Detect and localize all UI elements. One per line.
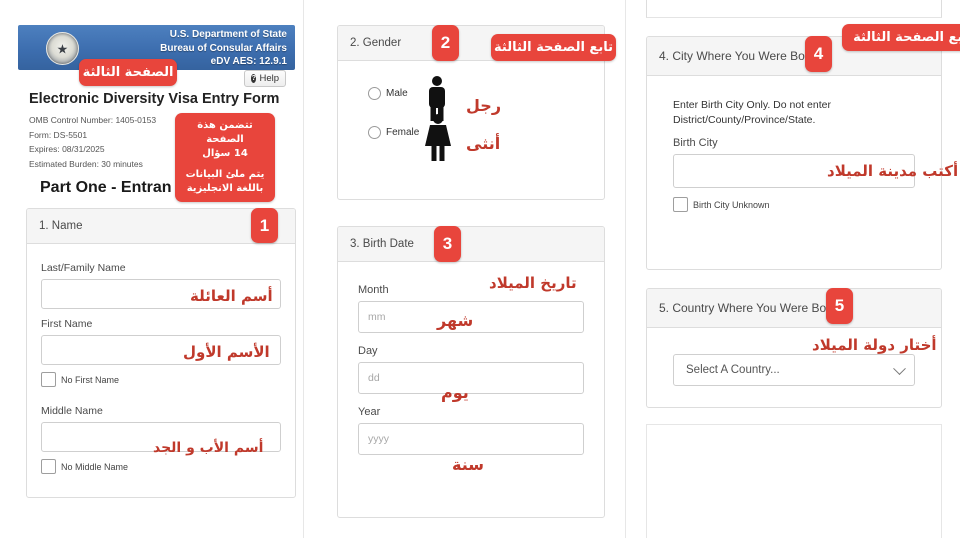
seal-eagle-glyph: ★ — [56, 41, 69, 56]
panel-stub-bottom — [646, 424, 942, 538]
callout-page-three-col2: تابع الصفحة الثالثة — [491, 34, 616, 61]
annotation-birth-city-arabic: أكتب مدينة الميلاد — [827, 162, 959, 180]
banner-line-version: eDV AES: 12.9.1 — [210, 56, 287, 67]
male-radio[interactable] — [368, 87, 381, 100]
birth-day-input[interactable]: dd — [358, 362, 584, 394]
annotation-month-arabic: شهر — [437, 311, 474, 330]
badge-number-3: 3 — [434, 226, 461, 262]
page-title: Electronic Diversity Visa Entry Form — [29, 91, 280, 107]
callout-info-spacer — [183, 161, 267, 168]
male-label: Male — [386, 88, 408, 99]
birth-year-label: Year — [358, 406, 381, 418]
no-first-name-label: No First Name — [61, 374, 120, 385]
callout-page-three-col3: تابع الصفحة الثالثة — [842, 24, 960, 51]
panel-stub-top — [646, 0, 942, 18]
last-name-label: Last/Family Name — [41, 262, 126, 274]
annotation-day-arabic: يوم — [441, 383, 469, 402]
section-4-birthcity-panel: 4. City Where You Were Born Enter Birth … — [646, 36, 942, 270]
badge-number-2: 2 — [432, 25, 459, 61]
birth-city-instruction-line1: Enter Birth City Only. Do not enter — [673, 99, 831, 111]
meta-expires: Expires: 08/31/2025 — [29, 144, 105, 154]
no-middle-name-checkbox[interactable] — [41, 459, 56, 474]
annotation-birthdate-arabic: تاريخ الميلاد — [489, 274, 577, 292]
birth-day-label: Day — [358, 345, 378, 357]
banner-line-department: U.S. Department of State — [169, 29, 287, 40]
birth-country-select-value: Select A Country... — [686, 364, 780, 376]
question-mark-icon: ? — [251, 74, 257, 83]
banner-line-bureau: Bureau of Consular Affairs — [160, 42, 287, 54]
annotation-male-arabic: رجل — [466, 96, 502, 115]
birth-city-instruction-line2: District/County/Province/State. — [673, 114, 816, 126]
section-3-header: 3. Birth Date — [338, 227, 604, 262]
birth-month-placeholder: mm — [368, 311, 386, 323]
no-first-name-checkbox[interactable] — [41, 372, 56, 387]
birth-city-unknown-checkbox[interactable] — [673, 197, 688, 212]
badge-number-1: 1 — [251, 208, 278, 243]
badge-number-4: 4 — [805, 36, 832, 72]
birth-city-unknown-row[interactable]: Birth City Unknown — [673, 197, 915, 212]
callout-info-line2: 14 سؤال — [202, 148, 248, 159]
birth-year-input[interactable]: yyyy — [358, 423, 584, 455]
chevron-down-icon — [893, 362, 906, 376]
birth-city-instruction: Enter Birth City Only. Do not enter Dist… — [673, 98, 915, 128]
meta-burden: Estimated Burden: 30 minutes — [29, 158, 143, 169]
annotation-last-name-arabic: أسم العائلة — [190, 287, 273, 305]
annotation-female-arabic: أنثى — [466, 134, 501, 153]
annotation-year-arabic: سنة — [452, 455, 484, 474]
birth-year-placeholder: yyyy — [368, 433, 389, 445]
screenshot-canvas: ★ U.S. Department of State Bureau of Con… — [0, 0, 960, 538]
column-divider-left — [303, 0, 304, 538]
female-figure-icon — [425, 114, 451, 161]
help-button-label: Help — [259, 73, 279, 84]
gender-female-option[interactable]: Female — [368, 126, 419, 139]
female-label: Female — [386, 127, 420, 138]
no-middle-name-row[interactable]: No Middle Name — [41, 459, 281, 474]
annotation-first-name-arabic: الأسم الأول — [183, 343, 270, 361]
birth-city-label: Birth City — [673, 137, 718, 149]
callout-info-line1: تتضمن هذة الصفحة — [197, 120, 253, 145]
form-metadata: OMB Control Number: 1405-0153 Form: DS-5… — [29, 113, 156, 171]
meta-form: Form: DS-5501 — [29, 129, 88, 140]
part-one-heading: Part One - Entran — [40, 179, 172, 196]
us-department-of-state-seal-icon: ★ — [46, 32, 79, 65]
no-middle-name-label: No Middle Name — [61, 461, 129, 472]
badge-number-5: 5 — [826, 288, 853, 324]
annotation-middle-name-arabic: أسم الأب و الجد — [153, 440, 264, 456]
section-3-birthdate-panel: 3. Birth Date Month mm Day dd Year yyyy — [337, 226, 605, 518]
gender-male-option[interactable]: Male — [368, 87, 408, 100]
birth-country-select[interactable]: Select A Country... — [673, 354, 915, 386]
annotation-birth-country-arabic: أختار دولة الميلاد — [812, 336, 937, 354]
callout-info-line3: يتم ملئ البيانات — [185, 169, 265, 180]
birth-day-placeholder: dd — [368, 372, 380, 384]
callout-info-line4: باللغة الانجليزية — [186, 183, 264, 194]
help-button[interactable]: ? Help — [244, 70, 286, 87]
first-name-label: First Name — [41, 318, 93, 330]
middle-name-label: Middle Name — [41, 405, 103, 417]
column-divider-right — [625, 0, 626, 538]
callout-page-three-col1: الصفحة الثالثة — [79, 59, 177, 86]
no-first-name-row[interactable]: No First Name — [41, 372, 281, 387]
banner-text-block: U.S. Department of State Bureau of Consu… — [160, 28, 287, 69]
section-5-header: 5. Country Where You Were Born — [647, 289, 941, 328]
birth-city-unknown-label: Birth City Unknown — [693, 199, 770, 210]
female-radio[interactable] — [368, 126, 381, 139]
meta-omb: OMB Control Number: 1405-0153 — [29, 115, 157, 125]
callout-page-info: تتضمن هذة الصفحة 14 سؤال يتم ملئ البيانا… — [175, 113, 275, 202]
